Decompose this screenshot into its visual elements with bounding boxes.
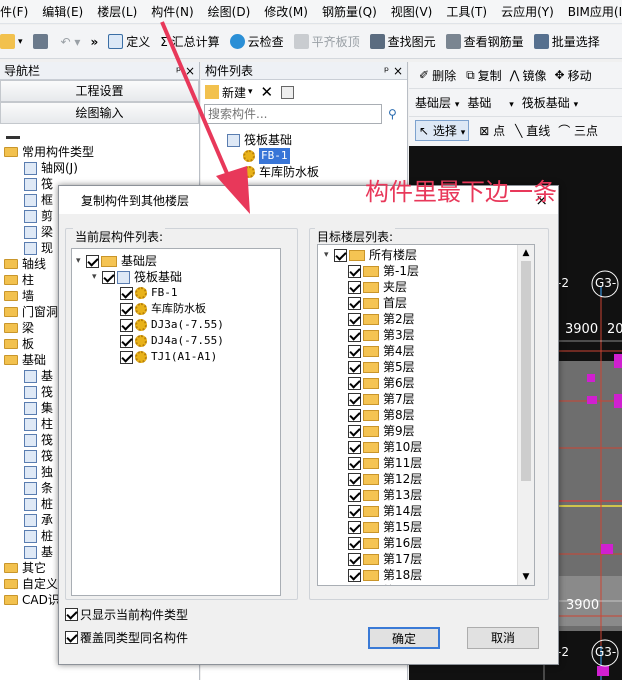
annotation-text: 构件里最下边一条 [365,178,557,206]
annotation-arrow [160,21,250,214]
app-window: 件(F) 编辑(E) 楼层(L) 构件(N) 绘图(D) 修改(M) 钢筋量(Q) 视图(V)… [0,0,622,680]
